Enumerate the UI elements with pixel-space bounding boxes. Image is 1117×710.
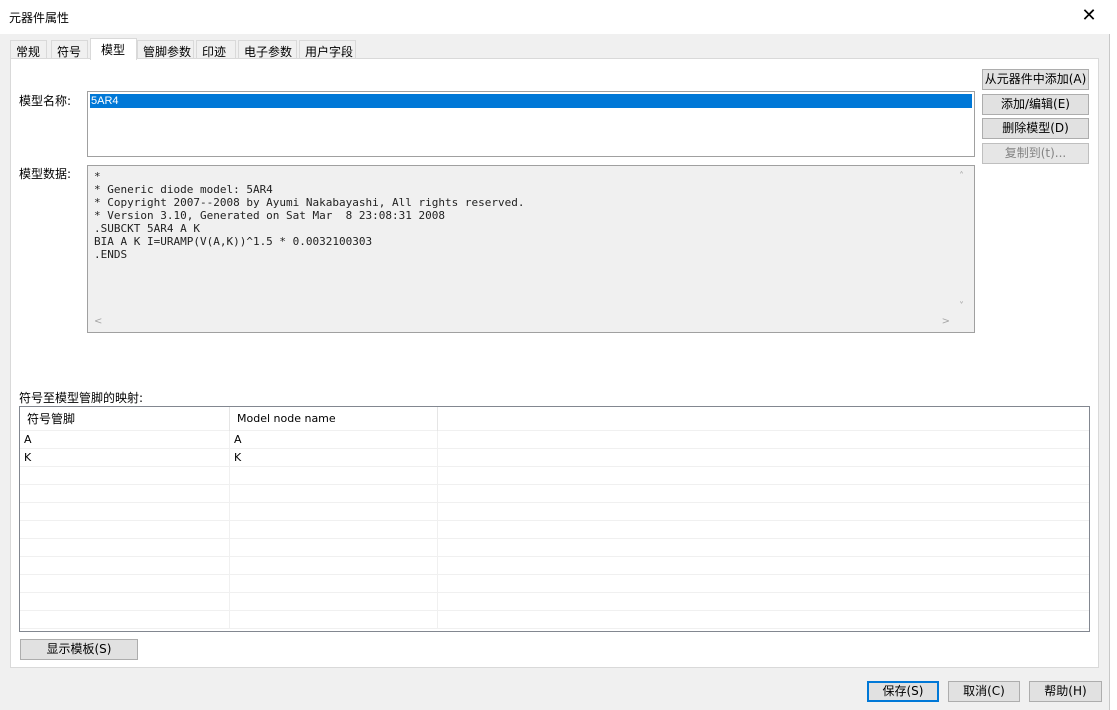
table-row[interactable]: A A: [20, 431, 1089, 449]
empty-row: [20, 485, 1089, 503]
empty-row: [20, 521, 1089, 539]
model-name-label: 模型名称:: [19, 94, 72, 108]
tab-model[interactable]: 模型: [90, 38, 137, 60]
add-from-component-button[interactable]: 从元器件中添加(A): [982, 69, 1089, 90]
tab-electrical-params[interactable]: 电子参数: [238, 40, 297, 59]
dialog-title: 元器件属性: [9, 11, 70, 25]
tab-footprint[interactable]: 印迹: [196, 40, 236, 59]
save-button[interactable]: 保存(S): [867, 681, 939, 702]
model-data-line: * Generic diode model: 5AR4: [94, 183, 273, 196]
component-properties-dialog: 元器件属性 ✕ 常规 符号 模型 管脚参数 印迹 电子参数 用户字段 模型名称:…: [0, 0, 1110, 710]
empty-row: [20, 611, 1089, 629]
vertical-scrollbar[interactable]: ˄ ˅: [956, 168, 972, 314]
symbol-pin-cell[interactable]: A: [20, 431, 230, 448]
copy-to-button[interactable]: 复制到(t)...: [982, 143, 1089, 164]
delete-model-button[interactable]: 删除模型(D): [982, 118, 1089, 139]
empty-row: [20, 557, 1089, 575]
scroll-left-icon[interactable]: <: [94, 317, 102, 327]
scroll-up-icon[interactable]: ˄: [959, 172, 964, 182]
table-row[interactable]: K K: [20, 449, 1089, 467]
horizontal-scrollbar[interactable]: < >: [90, 316, 954, 330]
scroll-right-icon[interactable]: >: [942, 317, 950, 327]
tab-pin-params[interactable]: 管脚参数: [137, 40, 194, 59]
model-node-cell[interactable]: A: [230, 431, 438, 448]
tab-symbol[interactable]: 符号: [51, 40, 88, 59]
close-icon[interactable]: ✕: [1078, 5, 1100, 27]
tab-user-fields[interactable]: 用户字段: [299, 40, 356, 59]
model-node-cell[interactable]: K: [230, 449, 438, 466]
title-bar: 元器件属性 ✕: [0, 0, 1110, 34]
model-data-line: * Copyright 2007--2008 by Ayumi Nakabaya…: [94, 196, 525, 209]
empty-row: [20, 593, 1089, 611]
model-data-text: * * Generic diode model: 5AR4 * Copyrigh…: [94, 170, 524, 261]
model-data-line: .ENDS: [94, 248, 128, 261]
tab-general[interactable]: 常规: [10, 40, 47, 59]
model-data-line: *: [94, 170, 101, 183]
model-data-label: 模型数据:: [19, 167, 72, 181]
empty-row: [20, 575, 1089, 593]
scroll-down-icon[interactable]: ˅: [959, 302, 964, 312]
help-button[interactable]: 帮助(H): [1029, 681, 1102, 702]
empty-row: [20, 539, 1089, 557]
column-header-model-node[interactable]: Model node name: [230, 407, 438, 431]
model-data-line: * Version 3.10, Generated on Sat Mar 8 2…: [94, 209, 445, 222]
pin-mapping-grid[interactable]: 符号管脚 Model node name A A K K: [19, 406, 1090, 632]
cancel-button[interactable]: 取消(C): [948, 681, 1020, 702]
add-edit-button[interactable]: 添加/编辑(E): [982, 94, 1089, 115]
model-name-list[interactable]: 5AR4: [87, 91, 975, 157]
empty-row: [20, 503, 1089, 521]
column-header-symbol-pin[interactable]: 符号管脚: [20, 407, 230, 431]
pin-mapping-label: 符号至模型管脚的映射:: [19, 391, 144, 405]
show-template-button[interactable]: 显示模板(S): [20, 639, 138, 660]
grid-header: 符号管脚 Model node name: [20, 407, 1089, 431]
model-name-selected-item[interactable]: 5AR4: [90, 94, 972, 108]
symbol-pin-cell[interactable]: K: [20, 449, 230, 466]
empty-row: [20, 467, 1089, 485]
model-data-textarea[interactable]: * * Generic diode model: 5AR4 * Copyrigh…: [87, 165, 975, 333]
model-data-line: .SUBCKT 5AR4 A K: [94, 222, 200, 235]
model-data-line: BIA A K I=URAMP(V(A,K))^1.5 * 0.00321003…: [94, 235, 373, 248]
